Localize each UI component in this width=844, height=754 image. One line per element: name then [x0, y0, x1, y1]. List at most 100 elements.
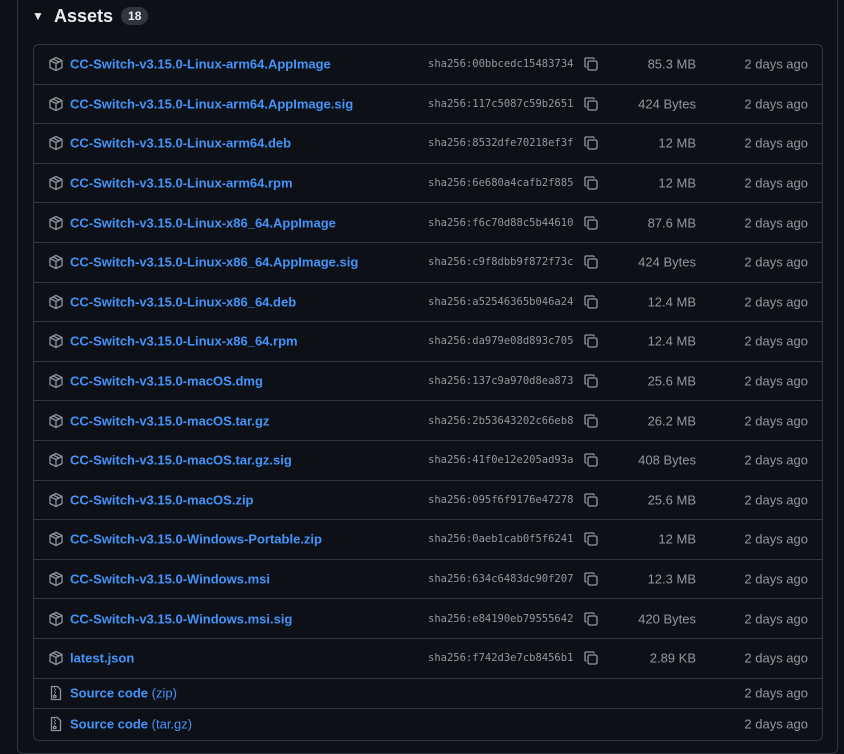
package-icon [48, 650, 64, 666]
asset-date: 2 days ago [744, 175, 808, 191]
asset-row: CC-Switch-v3.15.0-Linux-x86_64.deb sha256… [34, 283, 822, 323]
asset-date: 2 days ago [744, 650, 808, 666]
asset-row: CC-Switch-v3.15.0-Linux-arm64.deb sha256:… [34, 124, 822, 164]
asset-link[interactable]: CC-Switch-v3.15.0-Linux-x86_64.rpm [70, 334, 298, 349]
copy-icon[interactable] [583, 294, 599, 310]
source-code-row: Source code (tar.gz) 2 days ago [34, 709, 822, 740]
asset-link[interactable]: CC-Switch-v3.15.0-Linux-arm64.AppImage [70, 57, 331, 72]
assets-list: CC-Switch-v3.15.0-Linux-arm64.AppImage sh… [33, 44, 823, 741]
copy-icon[interactable] [583, 56, 599, 72]
package-icon [48, 215, 64, 231]
source-code-row: Source code (zip) 2 days ago [34, 679, 822, 709]
copy-icon[interactable] [583, 135, 599, 151]
copy-icon[interactable] [583, 175, 599, 191]
asset-size: 12 MB [658, 175, 696, 191]
asset-row: CC-Switch-v3.15.0-Linux-arm64.AppImage.s… [34, 85, 822, 125]
asset-link[interactable]: CC-Switch-v3.15.0-Linux-x86_64.AppImage.… [70, 255, 358, 270]
copy-icon[interactable] [583, 452, 599, 468]
package-icon [48, 611, 64, 627]
asset-row: latest.json sha256:f742d3e7cb8456b1 2.89 K… [34, 639, 822, 679]
assets-count-badge: 18 [121, 7, 149, 25]
asset-size: 12.4 MB [647, 294, 696, 310]
copy-icon[interactable] [583, 571, 599, 587]
file-zip-icon [48, 685, 64, 701]
asset-size: 424 Bytes [638, 254, 696, 270]
package-icon [48, 571, 64, 587]
asset-sha256: sha256:0aeb1cab0f5f6241 [428, 533, 574, 546]
asset-link[interactable]: CC-Switch-v3.15.0-Windows.msi [70, 572, 270, 587]
asset-sha256: sha256:095f6f9176e47278 [428, 493, 574, 506]
asset-date: 2 days ago [744, 294, 808, 310]
copy-icon[interactable] [583, 333, 599, 349]
asset-size: 25.6 MB [647, 492, 696, 508]
copy-icon[interactable] [583, 650, 599, 666]
package-icon [48, 413, 64, 429]
asset-link[interactable]: CC-Switch-v3.15.0-Linux-x86_64.AppImage [70, 215, 336, 230]
assets-header[interactable]: ▼ Assets 18 [32, 4, 149, 28]
triangle-down-icon[interactable]: ▼ [32, 9, 46, 23]
asset-size: 12.4 MB [647, 333, 696, 349]
copy-icon[interactable] [583, 215, 599, 231]
package-icon [48, 333, 64, 349]
asset-size: 408 Bytes [638, 452, 696, 468]
asset-date: 2 days ago [744, 333, 808, 349]
package-icon [48, 96, 64, 112]
asset-sha256: sha256:00bbcedc15483734 [428, 58, 574, 71]
copy-icon[interactable] [583, 373, 599, 389]
asset-link[interactable]: CC-Switch-v3.15.0-macOS.tar.gz.sig [70, 453, 292, 468]
asset-link[interactable]: CC-Switch-v3.15.0-macOS.dmg [70, 374, 263, 389]
asset-link[interactable]: CC-Switch-v3.15.0-Windows.msi.sig [70, 611, 292, 626]
asset-sha256: sha256:f6c70d88c5b44610 [428, 216, 574, 229]
asset-link[interactable]: latest.json [70, 651, 134, 666]
source-code-label: Source code [70, 716, 149, 732]
asset-link[interactable]: CC-Switch-v3.15.0-Linux-arm64.AppImage.s… [70, 96, 353, 111]
asset-link[interactable]: CC-Switch-v3.15.0-Windows-Portable.zip [70, 532, 322, 547]
asset-date: 2 days ago [744, 531, 808, 547]
source-code-link[interactable]: Source code (tar.gz) [70, 717, 192, 732]
asset-date: 2 days ago [744, 571, 808, 587]
source-code-format: (tar.gz) [151, 716, 193, 732]
source-code-format: (zip) [151, 685, 177, 701]
asset-date: 2 days ago [744, 685, 808, 701]
asset-size: 85.3 MB [647, 56, 696, 72]
copy-icon[interactable] [583, 413, 599, 429]
asset-size: 12 MB [658, 531, 696, 547]
asset-size: 424 Bytes [638, 96, 696, 112]
asset-row: CC-Switch-v3.15.0-Linux-arm64.AppImage sh… [34, 45, 822, 85]
asset-link[interactable]: CC-Switch-v3.15.0-Linux-arm64.deb [70, 136, 291, 151]
copy-icon[interactable] [583, 96, 599, 112]
asset-sha256: sha256:41f0e12e205ad93a [428, 454, 574, 467]
asset-row: CC-Switch-v3.15.0-macOS.zip sha256:095f6f… [34, 481, 822, 521]
asset-date: 2 days ago [744, 215, 808, 231]
package-icon [48, 175, 64, 191]
copy-icon[interactable] [583, 492, 599, 508]
asset-date: 2 days ago [744, 452, 808, 468]
asset-size: 12.3 MB [647, 571, 696, 587]
asset-date: 2 days ago [744, 373, 808, 389]
source-code-label: Source code [70, 685, 149, 701]
asset-row: CC-Switch-v3.15.0-Linux-arm64.rpm sha256:… [34, 164, 822, 204]
package-icon [48, 531, 64, 547]
asset-link[interactable]: CC-Switch-v3.15.0-Linux-x86_64.deb [70, 294, 296, 309]
asset-sha256: sha256:f742d3e7cb8456b1 [428, 652, 574, 665]
asset-link[interactable]: CC-Switch-v3.15.0-macOS.zip [70, 492, 254, 507]
copy-icon[interactable] [583, 531, 599, 547]
asset-row: CC-Switch-v3.15.0-Windows-Portable.zip sh… [34, 520, 822, 560]
asset-link[interactable]: CC-Switch-v3.15.0-Linux-arm64.rpm [70, 176, 293, 191]
asset-row: CC-Switch-v3.15.0-macOS.tar.gz sha256:2b5… [34, 401, 822, 441]
asset-sha256: sha256:6e680a4cafb2f885 [428, 177, 574, 190]
asset-link[interactable]: CC-Switch-v3.15.0-macOS.tar.gz [70, 413, 269, 428]
copy-icon[interactable] [583, 611, 599, 627]
asset-sha256: sha256:2b53643202c66eb8 [428, 414, 574, 427]
package-icon [48, 492, 64, 508]
asset-date: 2 days ago [744, 413, 808, 429]
copy-icon[interactable] [583, 254, 599, 270]
asset-sha256: sha256:634c6483dc90f207 [428, 573, 574, 586]
asset-date: 2 days ago [744, 56, 808, 72]
source-code-link[interactable]: Source code (zip) [70, 686, 177, 701]
asset-sha256: sha256:8532dfe70218ef3f [428, 137, 574, 150]
asset-row: CC-Switch-v3.15.0-Linux-x86_64.AppImage.… [34, 243, 822, 283]
asset-date: 2 days ago [744, 716, 808, 732]
asset-sha256: sha256:137c9a970d8ea873 [428, 375, 574, 388]
package-icon [48, 373, 64, 389]
